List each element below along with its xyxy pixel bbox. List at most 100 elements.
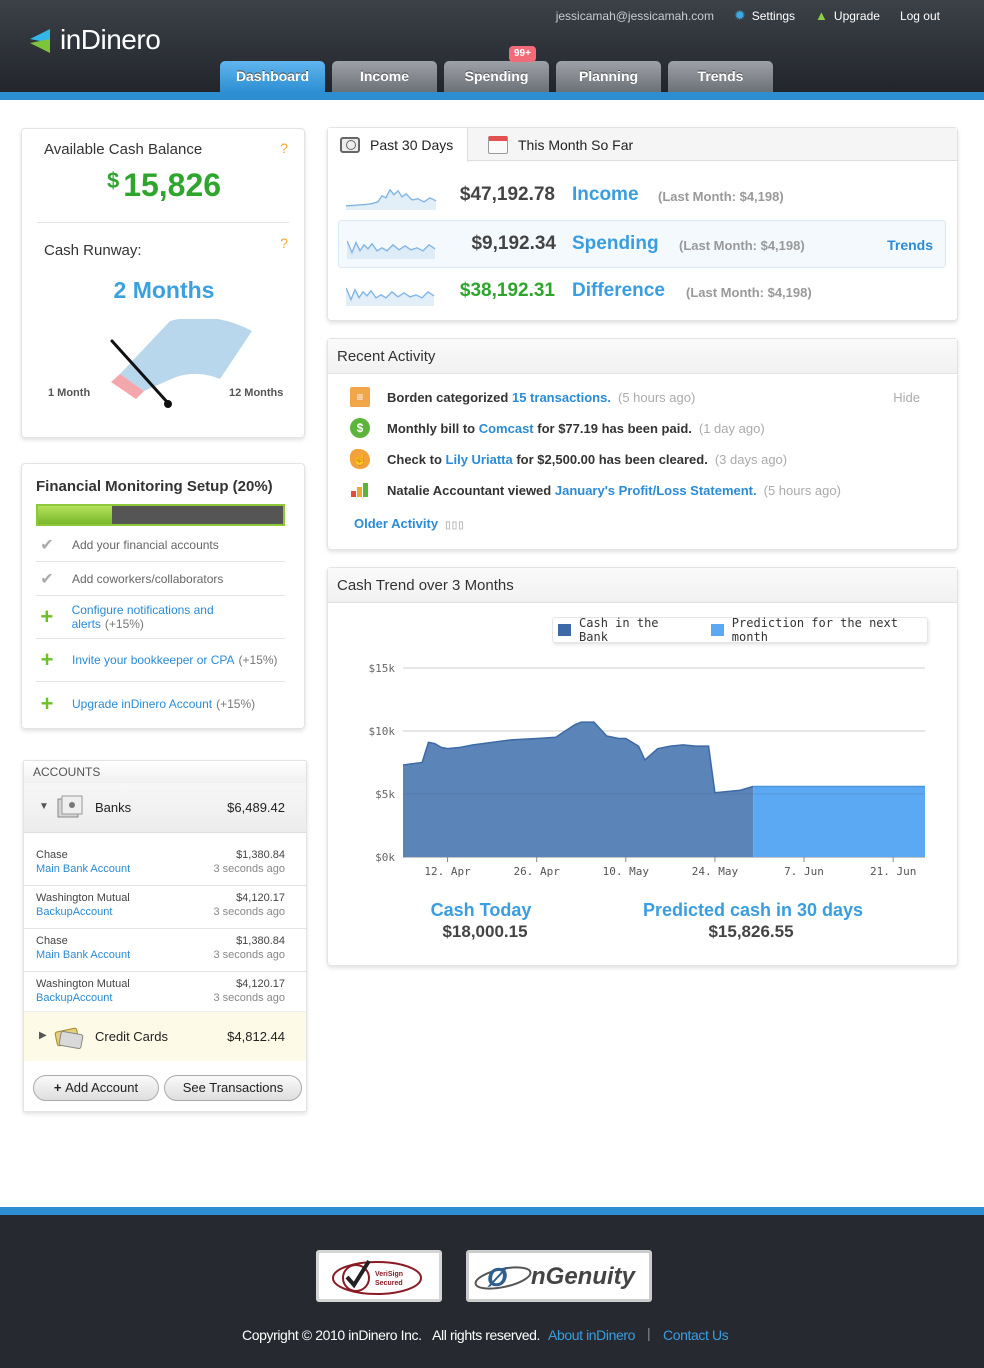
banks-group-row[interactable]: ▼ Banks $6,489.42: [24, 783, 306, 833]
account-link[interactable]: Main Bank Account: [36, 949, 130, 961]
activity-text: Check to: [387, 451, 442, 467]
task-bonus: (+15%): [216, 696, 256, 711]
setup-task[interactable]: + Configure notifications and alerts (+15%…: [36, 596, 285, 639]
income-label[interactable]: Income: [572, 184, 639, 206]
activity-text: Natalie Accountant viewed: [387, 482, 552, 498]
hide-link[interactable]: Hide: [893, 390, 920, 405]
hand-icon: ☝: [350, 449, 370, 469]
activity-time: (1 day ago): [698, 420, 765, 436]
trends-link[interactable]: Trends: [887, 237, 933, 253]
credit-card-icon: [54, 1027, 84, 1049]
page-footer: VeriSign Secured Ø nGenuity Copyright © …: [0, 1207, 984, 1368]
about-link[interactable]: About inDinero: [548, 1327, 635, 1343]
bank-name: Chase: [36, 849, 68, 861]
expanded-triangle-icon[interactable]: ▼: [39, 801, 49, 812]
gear-icon: ✹: [733, 7, 746, 23]
credit-cards-total: $4,812.44: [227, 1029, 285, 1044]
activity-text: Monthly bill to: [387, 420, 476, 436]
tab-past-30-days[interactable]: Past 30 Days: [328, 128, 468, 162]
see-transactions-button[interactable]: See Transactions: [164, 1075, 302, 1101]
activity-link[interactable]: 15 transactions.: [512, 390, 611, 405]
recent-activity-panel: Recent Activity ≡ Borden categorized 15 …: [327, 338, 958, 550]
checkmark-icon: ✔: [40, 536, 54, 554]
logo-icon: [30, 27, 52, 53]
task-link[interactable]: Invite your bookkeeper or CPA: [72, 653, 235, 667]
task-bonus: (+15%): [104, 617, 144, 631]
account-link[interactable]: BackupAccount: [36, 906, 112, 918]
monitoring-setup-panel: Financial Monitoring Setup (20%) ✔ Add yo…: [21, 463, 305, 729]
verisign-seal[interactable]: VeriSign Secured: [316, 1250, 442, 1302]
tab-planning[interactable]: Planning: [556, 61, 661, 92]
account-row[interactable]: Chase Main Bank Account $1,380.84 3 seco…: [24, 929, 306, 972]
tab-this-month[interactable]: This Month So Far: [476, 128, 645, 161]
banks-total: $6,489.42: [227, 800, 285, 815]
cash-trend-title: Cash Trend over 3 Months: [328, 568, 957, 603]
activity-link[interactable]: Comcast: [479, 421, 534, 436]
y-tick-label: $10k: [369, 725, 396, 738]
runway-gauge: [110, 319, 252, 408]
setup-progress-bar: [36, 504, 285, 526]
setup-task[interactable]: + Invite your bookkeeper or CPA (+15%): [36, 639, 285, 682]
account-row[interactable]: Washington Mutual BackupAccount $4,120.1…: [24, 886, 306, 929]
spending-summary-row[interactable]: $9,192.34 Spending (Last Month: $4,198) …: [338, 220, 946, 268]
user-email: jessicamah@jessicamah.com: [555, 8, 714, 23]
verisign-logo-icon: VeriSign Secured: [332, 1259, 422, 1295]
tab-spending-label: Spending: [464, 68, 529, 84]
predicted-cash-value: $15,826.55: [708, 922, 794, 941]
upgrade-label: Upgrade: [833, 8, 880, 23]
spending-sparkline: [347, 240, 436, 259]
ledger-icon: ≡: [350, 387, 370, 407]
setup-task[interactable]: + Upgrade inDinero Account (+15%): [36, 682, 285, 725]
app-logo[interactable]: inDinero: [30, 24, 161, 56]
account-updated: 3 seconds ago: [213, 992, 285, 1004]
x-tick-label: 12. Apr: [424, 865, 471, 878]
activity-time: (5 hours ago): [763, 482, 841, 498]
ngenuity-seal[interactable]: Ø nGenuity: [466, 1250, 652, 1302]
income-summary-row[interactable]: $47,192.78 Income (Last Month: $4,198): [338, 172, 946, 220]
task-label: Add your financial accounts: [72, 537, 219, 552]
spending-amount: $9,192.34: [471, 233, 556, 254]
bank-name: Washington Mutual: [36, 978, 130, 990]
account-link[interactable]: Main Bank Account: [36, 863, 130, 875]
x-tick-label: 26. Apr: [514, 865, 561, 878]
credit-cards-group-row[interactable]: ▶ Credit Cards $4,812.44: [24, 1011, 306, 1061]
settings-label: Settings: [751, 8, 796, 23]
tab-income[interactable]: Income: [332, 61, 437, 92]
tab-spending[interactable]: Spending 99+: [444, 46, 549, 92]
cash-trend-chart: $0k $5k $10k $15k 12. Apr 26. Apr 10. May 24. M…: [369, 662, 925, 878]
recent-activity-title: Recent Activity: [328, 339, 957, 374]
logout-link[interactable]: Log out: [900, 9, 940, 23]
account-row[interactable]: Chase Main Bank Account $1,380.84 3 seco…: [24, 843, 306, 886]
contact-link[interactable]: Contact Us: [663, 1327, 729, 1343]
account-link[interactable]: BackupAccount: [36, 992, 112, 1004]
income-amount: $47,192.78: [459, 184, 555, 205]
accounts-panel: ACCOUNTS ▼ Banks $6,489.42 Chase Main Ba…: [23, 760, 307, 1112]
setup-task: ✔ Add coworkers/collaborators: [36, 562, 285, 596]
older-activity-link[interactable]: Older Activity ▯▯▯: [354, 516, 465, 531]
series-area-cash-in-bank: [403, 722, 754, 857]
logo-text: inDinero: [60, 24, 161, 55]
user-links: jessicamah@jessicamah.com ✹ Settings ▲ Upg…: [556, 7, 940, 24]
settings-link[interactable]: ✹ Settings: [734, 7, 795, 24]
help-icon[interactable]: ?: [280, 140, 288, 156]
help-icon[interactable]: ?: [280, 235, 288, 251]
predicted-cash-label: Predicted cash in 30 days: [642, 900, 864, 920]
collapsed-triangle-icon[interactable]: ▶: [39, 1030, 47, 1041]
accounts-header: ACCOUNTS: [24, 761, 306, 783]
bank-name: Washington Mutual: [36, 892, 130, 904]
tab-dashboard[interactable]: Dashboard: [220, 61, 325, 92]
difference-sparkline: [346, 287, 435, 306]
credit-cards-label: Credit Cards: [95, 1029, 168, 1044]
spending-label[interactable]: Spending: [572, 233, 659, 255]
upgrade-link[interactable]: ▲ Upgrade: [815, 8, 880, 23]
tab-trends[interactable]: Trends: [668, 61, 773, 92]
x-tick-label: 10. May: [603, 865, 650, 878]
difference-summary-row[interactable]: $38,192.31 Difference (Last Month: $4,19…: [338, 268, 946, 316]
activity-link[interactable]: January's Profit/Loss Statement.: [555, 483, 757, 498]
plus-icon: +: [40, 604, 54, 629]
activity-link[interactable]: Lily Uriatta: [446, 452, 513, 467]
add-account-button[interactable]: + Add Account: [33, 1075, 159, 1101]
difference-label[interactable]: Difference: [572, 280, 665, 302]
task-link[interactable]: Upgrade inDinero Account: [72, 697, 212, 711]
account-row[interactable]: Washington Mutual BackupAccount $4,120.1…: [24, 972, 306, 1015]
